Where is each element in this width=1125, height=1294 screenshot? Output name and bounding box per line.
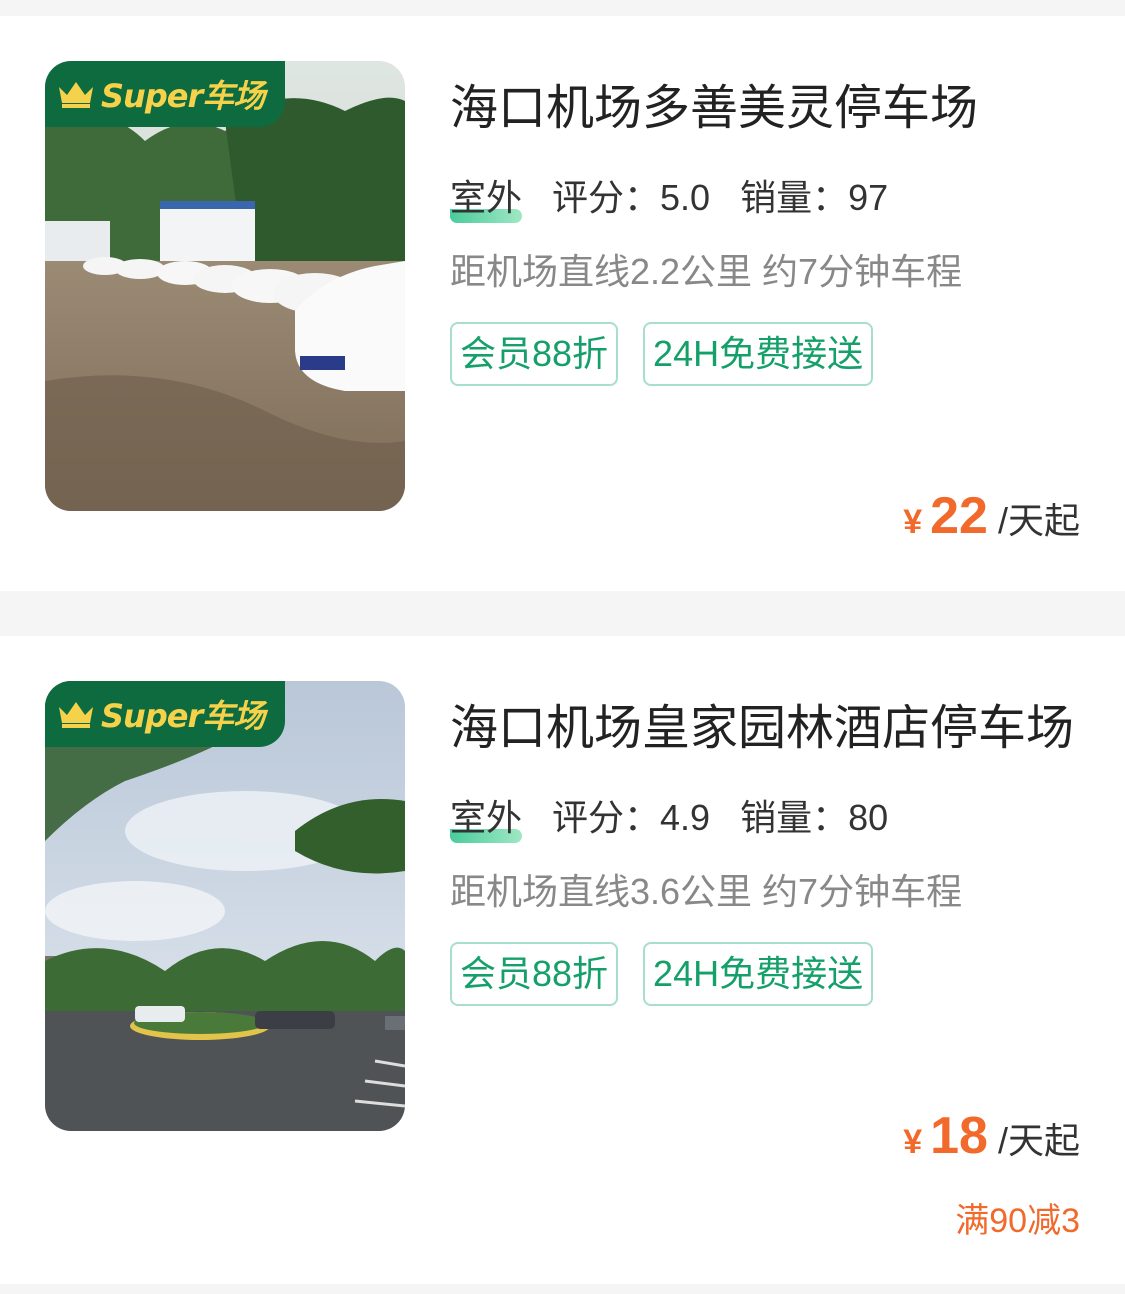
crown-icon <box>59 82 93 108</box>
price-unit: /天起 <box>997 500 1080 541</box>
price-unit: /天起 <box>997 1120 1080 1161</box>
super-parking-badge: Super车场 <box>45 61 285 127</box>
tag-member-discount: 会员88折 <box>450 322 619 386</box>
parking-type: 室外 <box>450 169 523 223</box>
parking-lot-image <box>45 61 405 511</box>
parking-type-label: 室外 <box>450 177 523 218</box>
parking-lot-card[interactable]: Super车场 海口机场皇家园林酒店停车场 室外 评分：4.9 销量：80 距机… <box>0 636 1125 1284</box>
distance-info: 距机场直线2.2公里 约7分钟车程 <box>450 251 963 292</box>
currency-symbol: ¥ <box>903 503 923 541</box>
parking-lot-meta: 室外 评分：4.9 销量：80 <box>450 789 889 843</box>
currency-symbol: ¥ <box>903 1123 923 1161</box>
parking-lot-photo[interactable]: Super车场 <box>45 61 405 511</box>
price: ¥ 22 /天起 <box>903 486 1080 546</box>
feature-tags: 会员88折 24H免费接送 <box>450 942 898 1006</box>
parking-type-label: 室外 <box>450 797 523 838</box>
tag-member-discount: 会员88折 <box>450 942 619 1006</box>
parking-lot-card[interactable]: Super车场 海口机场多善美灵停车场 室外 评分：5.0 销量：97 距机场直… <box>0 16 1125 591</box>
crown-icon <box>59 702 93 728</box>
price-value: 18 <box>930 1107 988 1165</box>
parking-lot-title[interactable]: 海口机场多善美灵停车场 <box>450 68 978 138</box>
sales-count: 销量：80 <box>740 797 889 838</box>
super-parking-badge: Super车场 <box>45 681 285 747</box>
sales-count: 销量：97 <box>740 177 889 218</box>
promo-label: 满90减3 <box>955 1202 1080 1240</box>
distance-info: 距机场直线3.6公里 约7分钟车程 <box>450 871 963 912</box>
parking-lot-image <box>45 681 405 1131</box>
badge-text: Super车场 <box>101 77 265 115</box>
price: ¥ 18 /天起 <box>903 1106 1080 1166</box>
price-value: 22 <box>930 487 988 545</box>
parking-lot-photo[interactable]: Super车场 <box>45 681 405 1131</box>
tag-free-shuttle: 24H免费接送 <box>643 942 874 1006</box>
feature-tags: 会员88折 24H免费接送 <box>450 322 898 386</box>
parking-type: 室外 <box>450 789 523 843</box>
parking-lot-list: Super车场 海口机场多善美灵停车场 室外 评分：5.0 销量：97 距机场直… <box>0 0 1125 1294</box>
badge-text: Super车场 <box>101 697 265 735</box>
rating: 评分：4.9 <box>552 797 711 838</box>
parking-lot-meta: 室外 评分：5.0 销量：97 <box>450 169 889 223</box>
rating: 评分：5.0 <box>552 177 711 218</box>
tag-free-shuttle: 24H免费接送 <box>643 322 874 386</box>
parking-lot-title[interactable]: 海口机场皇家园林酒店停车场 <box>450 688 1074 758</box>
